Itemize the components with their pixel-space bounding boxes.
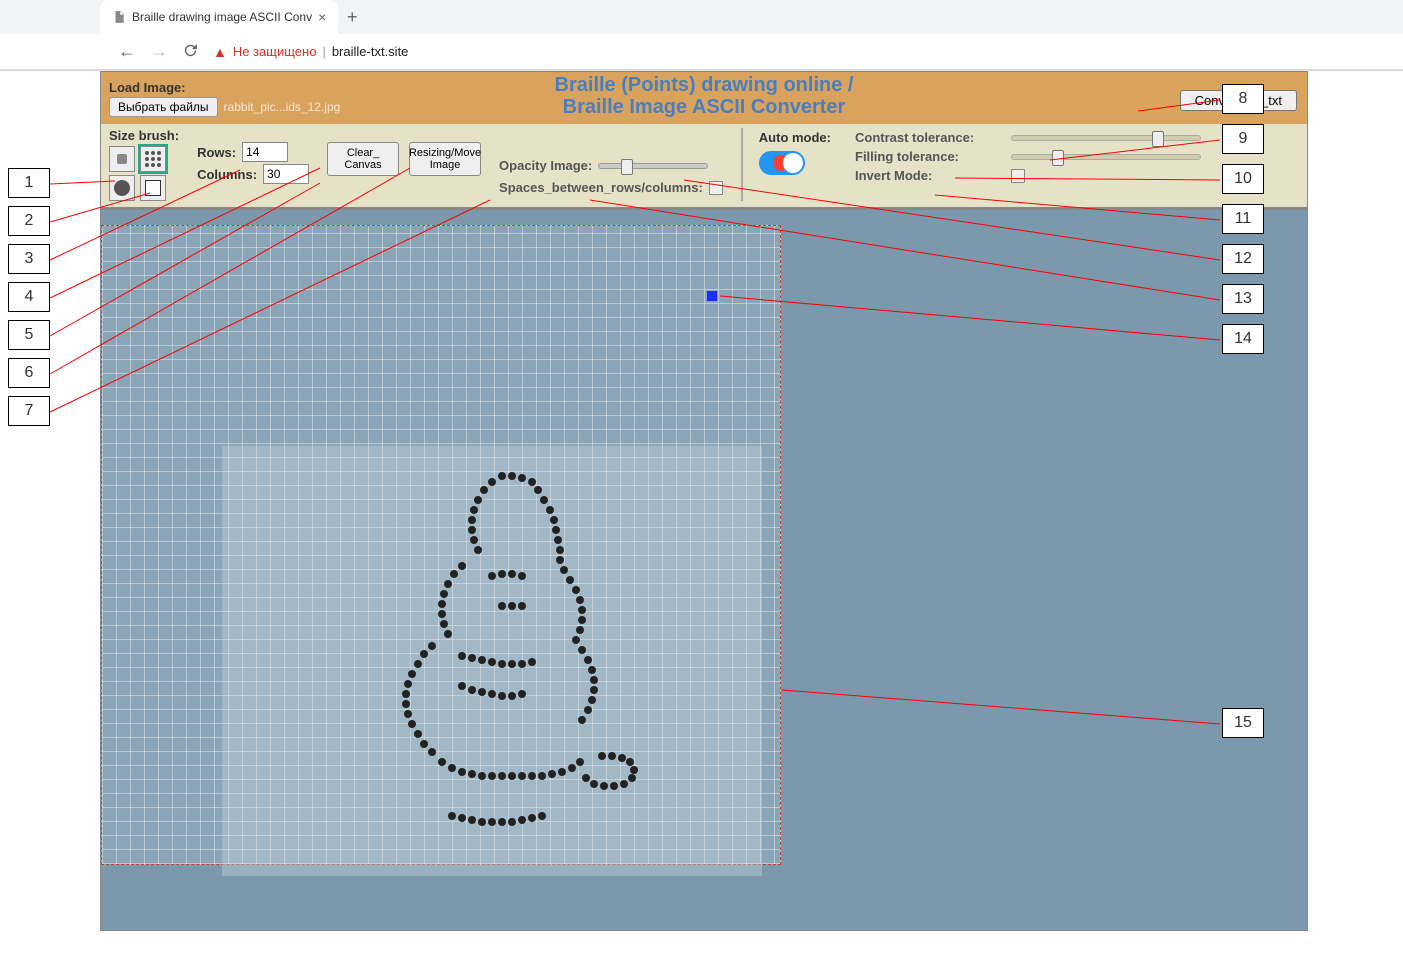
braille-dots — [302, 456, 722, 876]
tab-title: Braille drawing image ASCII Conv — [132, 10, 312, 24]
brush-nine-dot[interactable] — [140, 146, 166, 172]
resize-move-button[interactable]: Resizing/Move Image — [409, 142, 481, 176]
controls-panel: Size brush: Rows: Columns: — [101, 124, 1307, 210]
app-page: Load Image: Выбрать файлы rabbit_pic...i… — [100, 71, 1308, 931]
brush-small[interactable] — [109, 146, 135, 172]
browser-chrome: Braille drawing image ASCII Conv × + ← →… — [0, 0, 1403, 71]
contrast-slider[interactable] — [1011, 135, 1201, 141]
filling-tolerance-label: Filling tolerance: — [855, 149, 1005, 164]
brush-square[interactable] — [140, 175, 166, 201]
contrast-tolerance-label: Contrast tolerance: — [855, 130, 1005, 145]
forward-button[interactable]: → — [150, 41, 168, 62]
opacity-slider[interactable] — [598, 163, 708, 169]
drawing-grid[interactable] — [101, 225, 781, 865]
top-header: Load Image: Выбрать файлы rabbit_pic...i… — [101, 72, 1307, 124]
close-icon[interactable]: × — [318, 9, 326, 25]
filling-slider[interactable] — [1011, 154, 1201, 160]
size-brush-label: Size brush: — [109, 128, 179, 143]
annotation-4: 4 — [8, 282, 50, 312]
address-bar-row: ← → ▲ Не защищено | braille-txt.site — [0, 34, 1403, 70]
app-title: Braille (Points) drawing online / Braill… — [555, 74, 854, 118]
rows-label: Rows: — [197, 145, 236, 160]
spaces-label: Spaces_between_rows/columns: — [499, 180, 703, 195]
load-image-label: Load Image: — [109, 80, 340, 95]
annotation-1: 1 — [8, 168, 50, 198]
opacity-image-label: Opacity Image: — [499, 158, 592, 173]
columns-input[interactable] — [263, 164, 309, 184]
url-text: braille-txt.site — [332, 44, 409, 59]
columns-label: Columns: — [197, 167, 257, 182]
page-icon — [112, 10, 126, 24]
choose-file-button[interactable]: Выбрать файлы — [109, 97, 218, 117]
new-tab-button[interactable]: + — [338, 3, 366, 31]
resize-handle[interactable] — [707, 291, 717, 301]
browser-tab[interactable]: Braille drawing image ASCII Conv × — [100, 0, 338, 34]
back-button[interactable]: ← — [118, 41, 136, 62]
brush-picker — [109, 146, 179, 201]
invert-checkbox[interactable] — [1011, 169, 1025, 183]
annotation-5: 5 — [8, 320, 50, 350]
annotation-6: 6 — [8, 358, 50, 388]
annotation-7: 7 — [8, 396, 50, 426]
canvas-area — [101, 210, 1307, 930]
convert-to-txt-button[interactable]: Convert_To_txt — [1180, 90, 1297, 111]
reload-button[interactable] — [182, 42, 199, 62]
auto-mode-label: Auto mode: — [759, 130, 831, 145]
invert-mode-label: Invert Mode: — [855, 168, 1005, 183]
annotation-2: 2 — [8, 206, 50, 236]
not-secure-label: Не защищено — [233, 44, 317, 59]
auto-mode-toggle[interactable] — [759, 151, 805, 175]
loaded-filename: rabbit_pic...ids_12.jpg — [224, 100, 341, 114]
tab-bar: Braille drawing image ASCII Conv × + — [0, 0, 1403, 34]
address-bar[interactable]: ▲ Не защищено | braille-txt.site — [213, 44, 408, 60]
brush-big-dot[interactable] — [109, 175, 135, 201]
clear-canvas-button[interactable]: Clear_ Canvas — [327, 142, 399, 176]
spaces-checkbox[interactable] — [709, 181, 723, 195]
warning-icon: ▲ — [213, 44, 227, 60]
annotation-3: 3 — [8, 244, 50, 274]
rows-input[interactable] — [242, 142, 288, 162]
